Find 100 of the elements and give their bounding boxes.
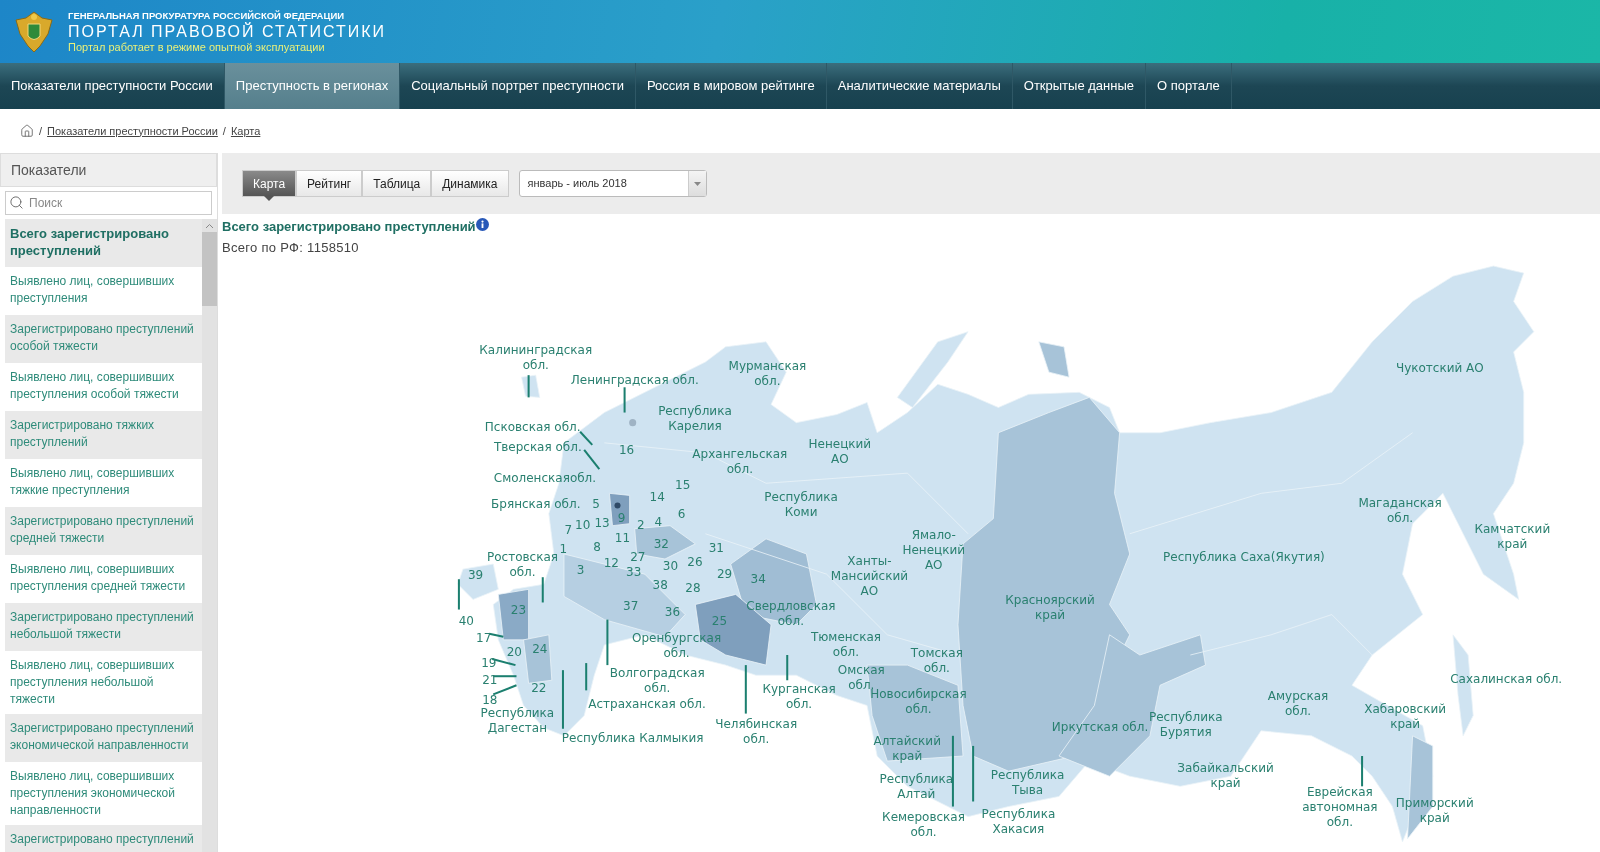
emblem-icon xyxy=(14,9,54,54)
scroll-up-icon[interactable] xyxy=(205,223,215,229)
indicator-item[interactable]: Зарегистрировано преступлений особой тяжести xyxy=(5,315,203,363)
region-label: Сахалинская обл. xyxy=(1450,671,1563,687)
region-number: 16 xyxy=(618,442,635,457)
nav-tab[interactable]: Преступность в регионах xyxy=(224,63,401,109)
leader-line xyxy=(561,670,564,729)
region-label: Алтайский край xyxy=(873,733,941,764)
region-label: Свердловская обл. xyxy=(746,599,836,630)
scrollbar-thumb[interactable] xyxy=(202,232,217,306)
indicator-item[interactable]: Всего зарегистрировано преступлений xyxy=(5,219,203,267)
home-icon[interactable] xyxy=(20,124,34,138)
leader-line xyxy=(1361,756,1364,787)
period-select[interactable]: январь - июль 2018 xyxy=(518,170,707,197)
breadcrumb-link[interactable]: Карта xyxy=(230,122,261,140)
region-label: Республика Дагестан xyxy=(480,706,555,737)
region-number: 14 xyxy=(649,489,665,504)
leader-line xyxy=(623,387,626,413)
nav-tab[interactable]: Социальный портрет преступности xyxy=(400,63,636,109)
region-label: Республика Алтай xyxy=(879,771,954,802)
region-label: Хабаровский край xyxy=(1364,702,1447,733)
region-label: Калининградская обл. xyxy=(479,342,593,373)
info-icon[interactable] xyxy=(475,218,489,232)
portal-title: ПОРТАЛ ПРАВОВОЙ СТАТИСТИКИ xyxy=(68,21,387,41)
view-tab[interactable]: Рейтинг xyxy=(296,170,363,197)
city-marker xyxy=(629,419,637,427)
region-label: Ростовская обл. xyxy=(487,550,558,581)
region-label: Еврейская автономная обл. xyxy=(1302,784,1378,830)
region-label: Смоленскаяобл. xyxy=(493,470,597,486)
region-number: 1 xyxy=(559,541,568,556)
region-number: 17 xyxy=(476,630,492,645)
region-number: 6 xyxy=(677,507,686,522)
region-number: 38 xyxy=(652,578,668,593)
region-number: 26 xyxy=(687,555,703,569)
nav-tab[interactable]: О портале xyxy=(1146,63,1232,109)
region-label: Республика Хакасия xyxy=(981,807,1056,838)
leader-line xyxy=(579,431,593,446)
nav-tab[interactable]: Показатели преступности России xyxy=(0,63,225,109)
region-label: Забайкальский край xyxy=(1177,761,1274,792)
view-tab[interactable]: Таблица xyxy=(362,170,432,197)
search-icon xyxy=(9,195,24,210)
region-label: Амурская обл. xyxy=(1267,688,1329,719)
region-number: 33 xyxy=(626,565,642,580)
region-label: Республика Коми xyxy=(764,489,838,520)
leader-line xyxy=(492,684,517,696)
region-number: 29 xyxy=(716,567,733,582)
region-label: Астраханская обл. xyxy=(588,696,706,712)
region-number: 11 xyxy=(614,530,631,545)
region-label: Иркутская обл. xyxy=(1051,719,1149,735)
indicator-item[interactable]: Зарегистрировано тяжких преступлений xyxy=(5,411,203,459)
region-number: 4 xyxy=(654,515,663,530)
region-label: Оренбургская обл. xyxy=(632,630,722,661)
leader-line xyxy=(951,735,954,807)
nav-tab[interactable]: Аналитические материалы xyxy=(826,63,1013,109)
nav-tab[interactable]: Открытые данные xyxy=(1012,63,1146,109)
region-number: 37 xyxy=(623,598,639,613)
region-number: 10 xyxy=(575,518,591,533)
region-number: 25 xyxy=(711,614,728,629)
region-label: Кемеровская обл. xyxy=(882,810,965,841)
indicator-item[interactable]: Зарегистрировано преступлений xyxy=(5,825,203,852)
region-number: 13 xyxy=(594,516,610,531)
indicator-item[interactable]: Зарегистрировано преступлений средней тяжести xyxy=(5,507,203,555)
indicator-item[interactable]: Зарегистрировано преступлений экономической направленности xyxy=(5,714,203,762)
region-label: Псковская обл. xyxy=(484,419,581,435)
region-label: Чукотский АО xyxy=(1395,360,1484,376)
breadcrumb-separator: / xyxy=(39,123,43,139)
leader-line xyxy=(786,655,789,681)
city-marker xyxy=(614,502,621,509)
region-label: Ненецкий АО xyxy=(808,436,872,467)
region-number: 21 xyxy=(482,673,498,688)
region-number: 12 xyxy=(603,556,619,571)
portal-notice: Портал работает в режиме опытной эксплуатации xyxy=(68,40,326,54)
region-label: Ленинградская обл. xyxy=(570,372,699,388)
region-label: Челябинская обл. xyxy=(715,717,798,748)
indicator-item[interactable]: Зарегистрировано преступлений небольшой тяжести xyxy=(5,603,203,651)
leader-line xyxy=(744,665,747,714)
search-field[interactable]: Поиск xyxy=(5,191,212,215)
region-label: Тюменская обл. xyxy=(810,629,882,660)
region-number: 36 xyxy=(664,605,681,619)
region-label: Республика Саха(Якутия) xyxy=(1163,549,1325,565)
leader-line xyxy=(585,663,588,691)
agency-name: ГЕНЕРАЛЬНАЯ ПРОКУРАТУРА РОССИЙСКОЙ ФЕДЕРАЦИИ xyxy=(68,9,346,22)
nav-tab[interactable]: Россия в мировом рейтинге xyxy=(636,63,827,109)
region-label: Тверская обл. xyxy=(493,439,582,455)
breadcrumb-link[interactable]: Показатели преступности России xyxy=(47,122,218,140)
region-number: 20 xyxy=(506,644,522,659)
view-tab[interactable]: Динамика xyxy=(431,170,509,197)
region-number: 32 xyxy=(653,536,669,551)
region-label: Курганская обл. xyxy=(762,681,836,712)
region-number: 9 xyxy=(617,511,626,526)
region-number: 3 xyxy=(576,563,585,578)
region-label: Ханты- Мансийский АО xyxy=(830,553,909,599)
region-number: 28 xyxy=(685,580,701,595)
region-label: Камчатский край xyxy=(1474,521,1551,552)
region-number: 27 xyxy=(630,549,646,564)
region-number: 5 xyxy=(592,496,600,511)
leader-line xyxy=(606,619,609,666)
scrollbar[interactable] xyxy=(202,219,217,852)
region-number: 18 xyxy=(482,692,498,707)
leader-line xyxy=(489,632,504,638)
